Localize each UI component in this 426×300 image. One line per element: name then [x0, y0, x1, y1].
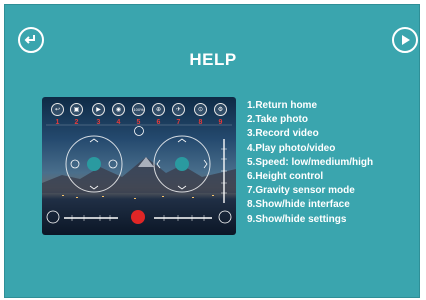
callout-number: 3	[96, 119, 101, 126]
left-joystick-knob	[87, 157, 101, 171]
controller-preview: ↩ ▣ ▶ ◉ 100% ⊕ ✈ ⊙ ⚙ 1 2 3 4 5 6 7 8 9	[42, 97, 236, 235]
help-screen: HELP ↩ ▣ ▶ ◉ 100% ⊕ ✈ ⊙ ⚙ 1 2 3 4 5 6 7 …	[4, 4, 420, 298]
preview-scene	[42, 124, 236, 224]
video-icon[interactable]: ▶	[92, 103, 105, 116]
height-icon[interactable]: ⊕	[152, 103, 165, 116]
play-icon[interactable]: ◉	[112, 103, 125, 116]
help-item: 2.Take photo	[247, 114, 308, 126]
help-item: 7.Gravity sensor mode	[247, 185, 355, 197]
page-title: HELP	[189, 50, 237, 69]
help-item: 5.Speed: low/medium/high	[247, 156, 374, 168]
help-list: 1.Return home 2.Take photo 3.Record vide…	[247, 99, 373, 227]
settings-icon[interactable]: ⚙	[214, 103, 227, 116]
bottom-right-trim-icon	[218, 210, 232, 224]
right-joystick-knob	[175, 157, 189, 171]
record-button	[131, 210, 145, 224]
help-item: 1.Return home	[247, 100, 318, 111]
speed-icon[interactable]: 100%	[132, 103, 145, 116]
help-item: 3.Record video	[247, 128, 319, 140]
callout-number: 8	[198, 119, 203, 126]
return-icon[interactable]: ↩	[51, 103, 64, 116]
help-item: 8.Show/hide interface	[247, 199, 350, 211]
return-arrow-icon	[24, 35, 35, 44]
interface-icon[interactable]: ⊙	[194, 103, 207, 116]
help-item: 9.Show/hide settings	[247, 213, 347, 225]
camera-icon[interactable]: ▣	[70, 103, 83, 116]
callout-number: 5	[136, 119, 141, 126]
callout-number: 6	[156, 119, 161, 126]
callout-number: 2	[74, 119, 79, 126]
callout-number: 1	[55, 119, 60, 126]
help-item: 6.Height control	[247, 171, 324, 183]
bottom-left-trim-icon	[46, 210, 60, 224]
gravity-icon[interactable]: ✈	[172, 103, 185, 116]
callout-number: 7	[176, 119, 181, 126]
play-triangle-icon	[402, 35, 410, 45]
callout-number: 4	[116, 119, 121, 126]
help-item: 4.Play photo/video	[247, 142, 336, 154]
callout-number: 9	[218, 119, 223, 126]
